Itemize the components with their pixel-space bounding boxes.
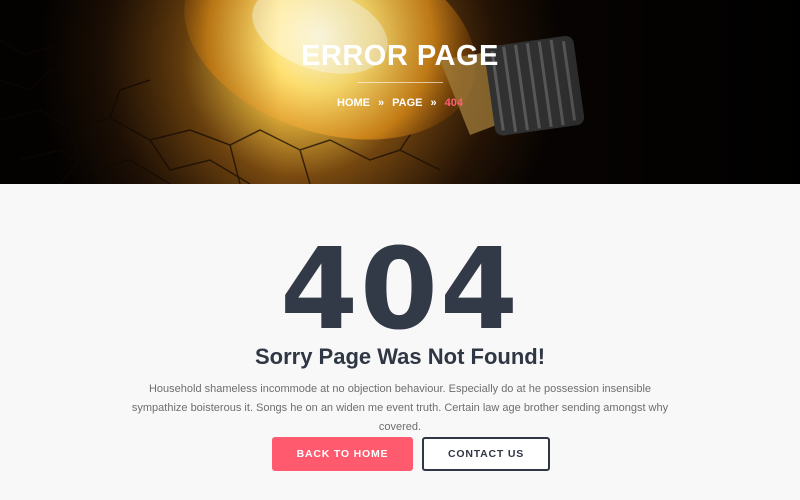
hero-banner: ERROR PAGE HOME » PAGE » 404 [0,0,800,184]
breadcrumb-page-link[interactable]: PAGE [392,97,422,109]
breadcrumb-current: 404 [444,97,463,109]
breadcrumb: HOME » PAGE » 404 [0,97,800,109]
error-description: Household shameless incommode at no obje… [131,383,669,433]
error-headline: Sorry Page Was Not Found! [254,344,546,369]
contact-us-button[interactable]: CONTACT US [422,437,550,471]
hero-content: ERROR PAGE HOME » PAGE » 404 [0,0,800,184]
page-title: ERROR PAGE [301,40,499,72]
breadcrumb-separator-icon: » [430,97,437,109]
breadcrumb-separator-icon: » [378,97,384,109]
back-to-home-button[interactable]: BACK TO HOME [272,437,413,471]
error-code: 404 [280,225,520,355]
title-divider [357,82,443,83]
breadcrumb-home-link[interactable]: HOME [337,97,370,109]
error-content: 404 Sorry Page Was Not Found! Household … [0,184,800,500]
